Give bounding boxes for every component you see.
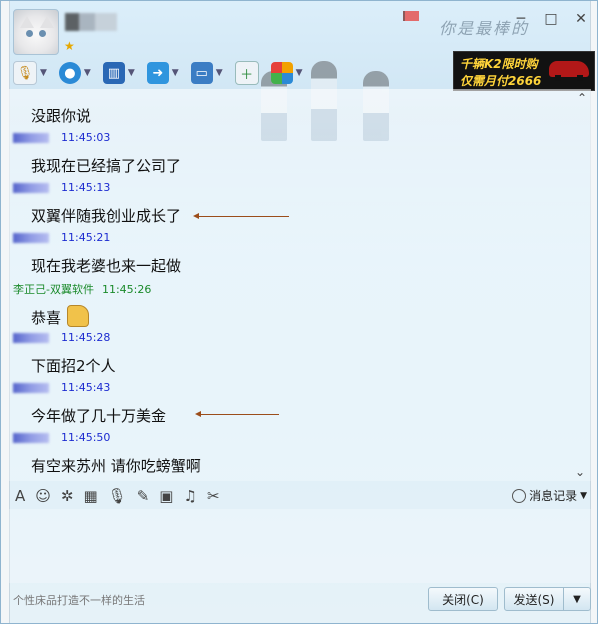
screenshot-scissors-icon[interactable]: ✂	[207, 487, 220, 505]
message-text: 恭喜	[31, 305, 90, 328]
message-time: 11:45:28	[61, 331, 111, 344]
close-chat-button[interactable]: 关闭(C)	[428, 587, 498, 611]
message-meta: 李正己-双翼软件 11:45:26	[13, 281, 151, 297]
apps-icon	[270, 62, 293, 84]
shake-window-icon[interactable]: ▦	[83, 487, 97, 505]
message-input[interactable]	[9, 509, 591, 583]
edit-icon[interactable]: ✎	[137, 487, 150, 505]
message-text: 现在我老婆也来一起做	[31, 257, 182, 275]
ad-line-1: 千辆K2限时购	[460, 57, 538, 71]
sender-name[interactable]: 李正己-双翼软件	[13, 281, 94, 297]
message-time: 11:45:50	[61, 431, 111, 444]
screen-share-button[interactable]: ▭ ▼	[190, 62, 223, 84]
message-history-label: 消息记录	[529, 489, 578, 503]
send-button[interactable]: 发送(S)	[504, 587, 564, 611]
message-text: 我现在已经搞了公司了	[31, 157, 182, 175]
create-group-button[interactable]: ＋	[234, 61, 259, 85]
sender-name-redacted	[13, 382, 49, 393]
background-window-edge-right	[590, 1, 597, 623]
file-transfer-icon: ➜	[146, 62, 169, 84]
message-time: 11:45:43	[61, 381, 111, 394]
video-call-button[interactable]: ● ▼	[58, 62, 91, 84]
message-time: 11:45:26	[101, 282, 152, 296]
message-meta: 11:45:13	[13, 181, 110, 194]
minimize-button[interactable]: ─	[513, 11, 529, 27]
webcam-icon: ●	[58, 62, 81, 84]
create-group-icon: ＋	[234, 61, 259, 85]
ad-line-2: 仅需月付2666	[460, 74, 542, 88]
contact-avatar[interactable]	[13, 9, 59, 55]
file-transfer-button[interactable]: ➜ ▼	[146, 62, 179, 84]
annotation-arrow	[195, 411, 279, 417]
car-image	[549, 61, 589, 81]
message-text: 下面招2个人	[31, 357, 116, 375]
skin-flag	[403, 11, 419, 21]
message-meta: 11:45:50	[13, 431, 110, 444]
chevron-down-icon: ▼	[580, 490, 587, 501]
message-text: 今年做了几十万美金	[31, 407, 167, 425]
message-text: 双翼伴随我创业成长了	[31, 207, 182, 225]
send-options-dropdown[interactable]: ▼	[563, 587, 591, 611]
message-text: 有空来苏州 请你吃螃蟹啊	[31, 457, 201, 475]
magic-emoji-icon[interactable]: ✲	[61, 487, 74, 505]
message-time: 11:45:13	[61, 181, 111, 194]
voice-message-icon[interactable]: 🎙	[108, 487, 127, 505]
contact-signature: 个性床品打造不一样的生活	[13, 594, 145, 607]
send-image-icon[interactable]: ▣	[159, 487, 173, 505]
close-window-button[interactable]: ✕	[573, 11, 589, 27]
remote-desktop-icon: ▥	[102, 62, 125, 84]
chat-transcript[interactable]: ⌃ 没跟你说 11:45:03 我现在已经搞了公司了 11:45:13 双翼伴随…	[9, 89, 591, 481]
microphone-icon: 🎙	[13, 61, 37, 85]
message-meta: 11:45:28	[13, 331, 110, 344]
annotation-arrow	[193, 213, 289, 219]
message-text-content: 恭喜	[31, 309, 62, 327]
music-icon[interactable]: ♫	[183, 487, 196, 505]
input-toolbar: A ☺ ✲ ▦ 🎙 ✎ ▣ ♫ ✂	[15, 485, 230, 507]
chat-toolbar: 🎙 ▼ ● ▼ ▥ ▼ ➜ ▼ ▭ ▼ ＋ ▼	[13, 59, 315, 87]
sender-name-redacted	[13, 132, 49, 143]
vip-star-icon: ★	[64, 39, 75, 53]
font-icon[interactable]: A	[15, 487, 25, 505]
window-controls: ─ □ ✕	[513, 11, 589, 27]
message-meta: 11:45:21	[13, 231, 110, 244]
message-meta: 11:45:43	[13, 381, 110, 394]
advertisement-banner[interactable]: 千辆K2限时购 仅需月付2666	[453, 51, 595, 91]
screen-share-icon: ▭	[190, 62, 213, 84]
emoji-icon[interactable]: ☺	[35, 487, 51, 505]
chevron-down-icon: ▼	[573, 593, 581, 605]
collapse-up-icon[interactable]: ⌃	[577, 91, 587, 105]
message-time: 11:45:03	[61, 131, 111, 144]
sender-name-redacted	[13, 182, 49, 193]
message-text: 没跟你说	[31, 107, 92, 125]
sender-name-redacted	[13, 232, 49, 243]
remote-desktop-button[interactable]: ▥ ▼	[102, 62, 135, 84]
message-meta: 11:45:03	[13, 131, 110, 144]
maximize-button[interactable]: □	[543, 11, 559, 27]
sender-name-redacted	[13, 332, 49, 343]
voice-call-button[interactable]: 🎙 ▼	[13, 61, 47, 85]
apps-button[interactable]: ▼	[270, 62, 303, 84]
message-time: 11:45:21	[61, 231, 111, 244]
clock-icon	[512, 488, 527, 503]
message-history-button[interactable]: 消息记录 ▼	[512, 487, 587, 504]
thumbs-up-icon	[67, 305, 90, 327]
chat-window: 你是最棒的 ★ ─ □ ✕ 🎙 ▼ ● ▼ ▥ ▼ ➜ ▼ ▭ ▼ ＋ ▼ 千辆…	[0, 0, 598, 624]
contact-name-redacted[interactable]	[65, 13, 117, 31]
scroll-down-icon[interactable]: ⌄	[575, 465, 585, 479]
sender-name-redacted	[13, 432, 49, 443]
